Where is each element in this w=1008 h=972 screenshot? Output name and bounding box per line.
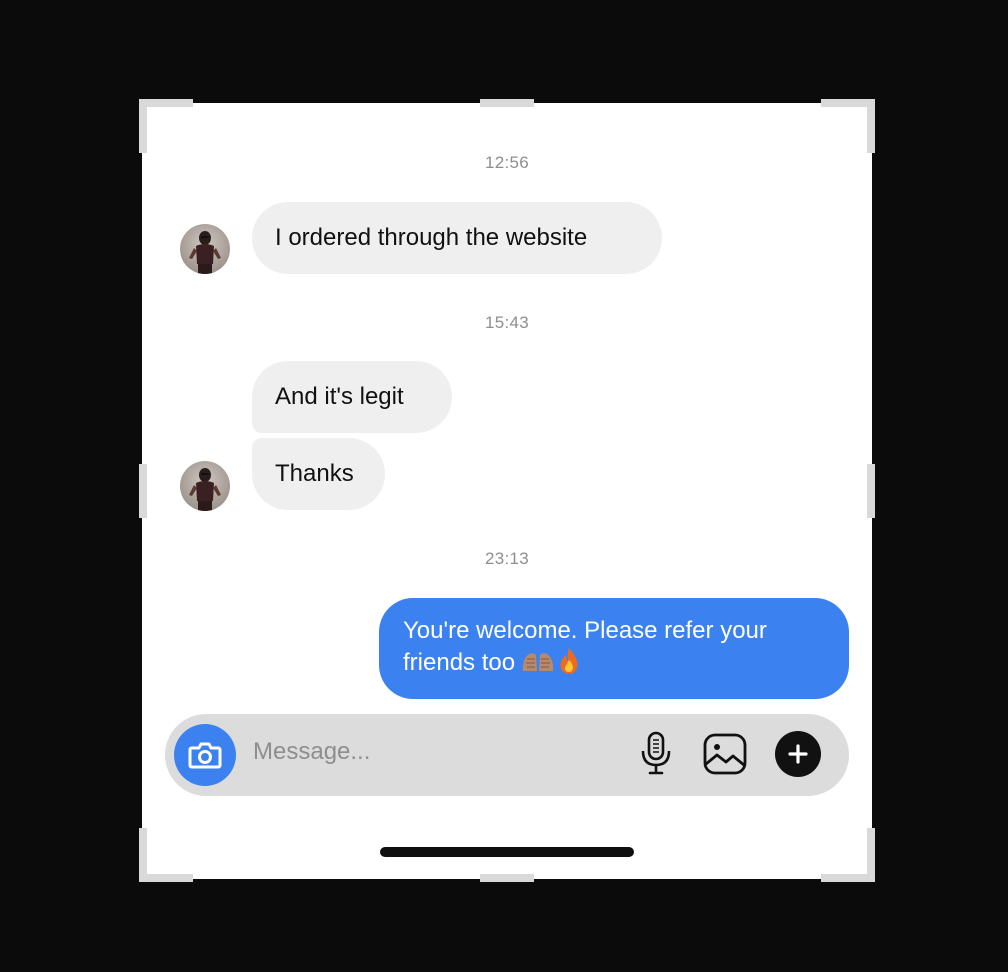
add-button[interactable] (775, 731, 821, 777)
crop-handle-top[interactable] (480, 99, 534, 107)
person-avatar-icon (189, 468, 221, 511)
crop-handle-top-right[interactable] (867, 99, 875, 153)
message-text-line: You're welcome. Please refer your (403, 617, 767, 644)
camera-icon (188, 742, 222, 769)
crop-handle-right[interactable] (867, 464, 875, 518)
home-indicator[interactable] (380, 847, 634, 857)
outgoing-message-bubble[interactable]: You're welcome. Please refer your friend… (379, 598, 849, 699)
message-text: Thanks (275, 460, 354, 487)
folded-hands-emoji-icon (522, 653, 554, 671)
message-text: I ordered through the website (275, 224, 588, 251)
message-input[interactable]: Message... (253, 738, 370, 766)
sender-avatar[interactable] (180, 224, 230, 274)
crop-handle-bottom-left[interactable] (139, 828, 147, 882)
camera-button[interactable] (174, 724, 236, 786)
crop-handle-bottom[interactable] (480, 874, 534, 882)
fire-emoji-icon (560, 648, 578, 674)
crop-handle-bottom-left[interactable] (139, 874, 193, 882)
incoming-message-bubble[interactable]: I ordered through the website (252, 202, 662, 274)
plus-icon (788, 744, 808, 764)
crop-handle-top-left[interactable] (139, 99, 147, 153)
crop-handle-top-left[interactable] (139, 99, 193, 107)
gallery-button[interactable] (701, 731, 749, 777)
message-text: And it's legit (275, 383, 404, 410)
message-text: friends too (403, 649, 516, 676)
incoming-message-bubble[interactable]: Thanks (252, 438, 385, 510)
sender-avatar[interactable] (180, 461, 230, 511)
message-timestamp: 15:43 (484, 313, 530, 332)
screenshot-stage: 12:56 15:43 23:13 I ordered through the … (0, 0, 1008, 972)
message-timestamp: 23:13 (484, 549, 530, 568)
voice-message-button[interactable] (634, 730, 678, 778)
gallery-icon (703, 733, 747, 775)
incoming-message-bubble[interactable]: And it's legit (252, 361, 452, 433)
microphone-icon (641, 731, 671, 775)
message-text-line: friends too (403, 647, 825, 679)
crop-handle-bottom-right[interactable] (867, 828, 875, 882)
crop-handle-left[interactable] (139, 464, 147, 518)
person-avatar-icon (189, 231, 221, 274)
message-timestamp: 12:56 (484, 153, 530, 172)
